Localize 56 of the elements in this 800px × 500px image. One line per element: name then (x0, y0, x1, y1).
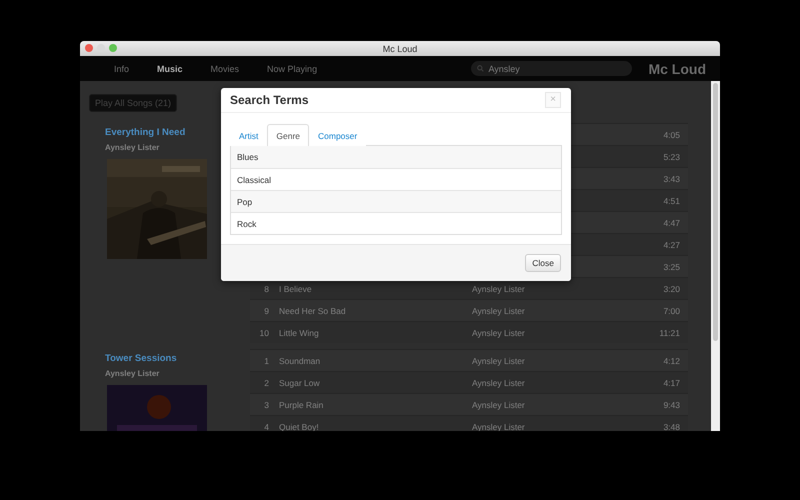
nav-link[interactable]: Music (143, 64, 197, 74)
window-title: Mc Loud (382, 44, 418, 54)
track-duration: 4:12 (663, 356, 680, 366)
scrollbar-thumb[interactable] (713, 83, 718, 341)
track-artist: Aynsley Lister (472, 306, 525, 316)
nav-link[interactable]: Info (100, 64, 144, 74)
track-title: Soundman (279, 356, 320, 366)
track-duration: 3:43 (663, 174, 680, 184)
track-duration: 4:17 (663, 378, 680, 388)
track-number: 3 (264, 400, 269, 410)
genre-item[interactable]: Blues (231, 146, 561, 168)
nav-link[interactable]: Movies (196, 64, 254, 74)
track-title: I Believe (279, 284, 312, 294)
track-number: 4 (264, 422, 269, 431)
track-duration: 7:00 (663, 306, 680, 316)
track-artist: Aynsley Lister (472, 378, 525, 388)
close-window-button[interactable] (85, 44, 93, 52)
track-number: 9 (264, 306, 269, 316)
track-duration: 11:21 (659, 328, 680, 338)
track-artist: Aynsley Lister (472, 284, 525, 294)
track-artist: Aynsley Lister (472, 422, 525, 431)
genre-item[interactable]: Pop (231, 190, 561, 212)
tab[interactable]: Artist (230, 124, 268, 146)
album-title[interactable]: Tower Sessions (105, 353, 250, 364)
track-artist: Aynsley Lister (472, 400, 525, 410)
track-artist: Aynsley Lister (472, 328, 525, 338)
close-dialog-button[interactable]: Close (525, 254, 561, 272)
track-number: 1 (264, 356, 269, 366)
track-duration: 4:47 (663, 218, 680, 228)
track-title: Sugar Low (279, 378, 320, 388)
search-icon (477, 65, 484, 72)
track-duration: 9:43 (663, 400, 680, 410)
track-duration: 4:27 (663, 240, 680, 250)
track-number: 10 (260, 328, 269, 338)
album-artist: Aynsley Lister (105, 143, 160, 152)
brand-title: Mc Loud (648, 60, 706, 76)
track-duration: 3:25 (663, 262, 680, 272)
track-number: 8 (264, 284, 269, 294)
album-artist: Aynsley Lister (105, 369, 160, 378)
track-number: 2 (264, 378, 269, 388)
search-text: Aynsley (488, 64, 520, 74)
track-title: Little Wing (279, 328, 319, 338)
track-title: Purple Rain (279, 400, 324, 410)
nav-link[interactable]: Now Playing (253, 64, 332, 74)
track-title: Need Her So Bad (279, 306, 346, 316)
zoom-window-button[interactable] (109, 44, 117, 52)
track-duration: 5:23 (663, 152, 680, 162)
track-duration: 4:05 (663, 130, 680, 140)
dialog-title: Search Terms (230, 93, 308, 107)
track-duration: 3:48 (663, 422, 680, 431)
tab[interactable]: Genre (267, 124, 309, 146)
track-duration: 3:20 (663, 284, 680, 294)
track-artist: Aynsley Lister (472, 356, 525, 366)
track-title: Quiet Boy! (279, 422, 319, 431)
track-duration: 4:51 (663, 196, 680, 206)
search-field[interactable]: Aynsley (471, 61, 632, 76)
